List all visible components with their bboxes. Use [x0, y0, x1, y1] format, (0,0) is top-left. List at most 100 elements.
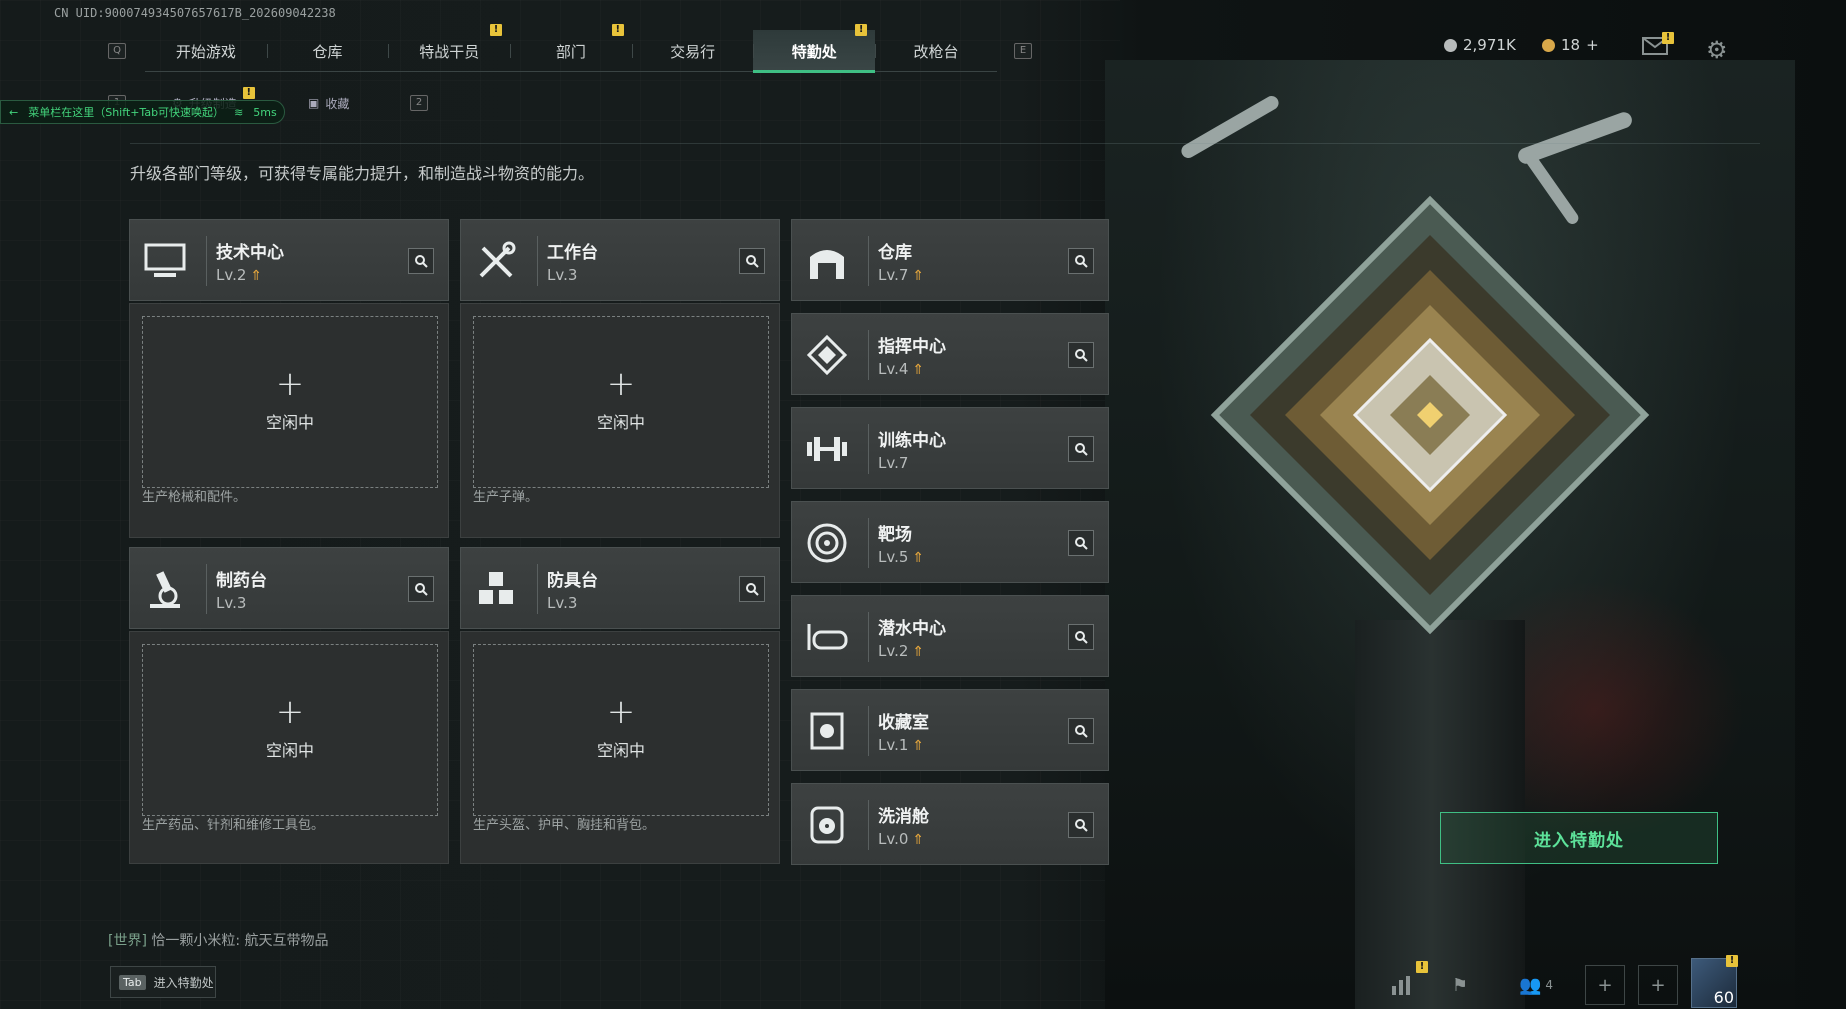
- facility-level: Lv.2: [878, 642, 909, 660]
- menu-bar-tooltip[interactable]: ← 菜单栏在这里（Shift+Tab可快速唤起） ≋ 5ms: [0, 100, 285, 124]
- search-button[interactable]: [1068, 342, 1094, 368]
- production-slot[interactable]: + 空闲中: [473, 316, 769, 488]
- dept-card-armor[interactable]: 防具台 Lv.3: [460, 547, 780, 629]
- dept-level: Lv.2: [216, 266, 247, 284]
- squad-button[interactable]: 👥 4: [1506, 965, 1566, 1005]
- player-avatar[interactable]: ! 60: [1691, 955, 1738, 1008]
- gold-amount: 18: [1561, 36, 1581, 54]
- search-icon: [415, 255, 428, 268]
- tab-shortcut-hint[interactable]: Tab 进入特勤处: [110, 966, 216, 998]
- search-button[interactable]: [1068, 248, 1094, 274]
- subnav-next-key-hint: 2: [410, 95, 428, 111]
- search-icon: [1075, 443, 1088, 456]
- squad-count: 4: [1545, 978, 1554, 992]
- tab-gunsmith[interactable]: 改枪台: [875, 30, 997, 72]
- wifi-icon: ≋: [234, 105, 244, 119]
- tab-warehouse[interactable]: 仓库: [266, 30, 389, 72]
- facility-card-command[interactable]: 指挥中心 Lv.4 ⇑: [791, 313, 1109, 395]
- tab-special-ops[interactable]: 特勤处!: [753, 24, 876, 73]
- chat-message[interactable]: [世界] 恰一颗小米粒: 航天互带物品: [108, 930, 329, 950]
- dept-name: 制药台: [216, 571, 267, 591]
- dept-name: 防具台: [547, 571, 598, 591]
- add-production-icon: +: [275, 364, 305, 404]
- facility-scene-illustration: [1105, 60, 1795, 1009]
- production-slot[interactable]: + 空闲中: [142, 316, 438, 488]
- tab-hint-label: 进入特勤处: [153, 975, 214, 990]
- search-icon: [415, 583, 428, 596]
- search-button[interactable]: [1068, 718, 1094, 744]
- settings-button[interactable]: ⚙: [1706, 36, 1728, 64]
- facility-card-training[interactable]: 训练中心 Lv.7: [791, 407, 1109, 489]
- flag-button[interactable]: ⚑: [1440, 965, 1480, 1005]
- stats-button[interactable]: !: [1382, 961, 1428, 1005]
- slot-status: 空闲中: [265, 413, 314, 432]
- warning-badge: !: [242, 87, 255, 99]
- enter-special-ops-button[interactable]: 进入特勤处: [1440, 812, 1718, 864]
- divider: [130, 143, 1760, 144]
- tab-operators-label: 特战干员: [419, 42, 480, 61]
- search-button[interactable]: [408, 248, 434, 274]
- add-gold-button[interactable]: +: [1586, 36, 1599, 54]
- cube-core-illustration: [1210, 195, 1650, 635]
- upgrade-arrow-icon: ⇑: [912, 550, 925, 566]
- tab-departments-label: 部门: [555, 42, 586, 61]
- warning-badge: !: [1726, 955, 1738, 967]
- search-button[interactable]: [739, 248, 765, 274]
- upgrade-arrow-icon: ⇑: [912, 644, 925, 660]
- production-panel-pharmacy: + 空闲中 生产药品、针剂和维修工具包。: [129, 631, 449, 864]
- search-button[interactable]: [1068, 812, 1094, 838]
- facility-card-warehouse[interactable]: 仓库 Lv.7 ⇑: [791, 219, 1109, 301]
- gold-currency[interactable]: 18 +: [1542, 36, 1599, 54]
- upgrade-arrow-icon: ⇑: [912, 362, 925, 378]
- tab-start-game[interactable]: 开始游戏: [145, 30, 267, 72]
- search-icon: [746, 583, 759, 596]
- flag-icon: ⚑: [1451, 974, 1469, 996]
- search-button[interactable]: [408, 576, 434, 602]
- dept-card-workbench[interactable]: 工作台 Lv.3: [460, 219, 780, 301]
- facility-name: 训练中心: [878, 431, 946, 451]
- production-desc: 生产药品、针剂和维修工具包。: [142, 818, 325, 833]
- facility-name: 洗消舱: [878, 807, 929, 827]
- command-icon: [802, 330, 852, 380]
- users-icon: 👥: [1518, 974, 1542, 996]
- add-teammate-button[interactable]: +: [1638, 965, 1678, 1005]
- production-desc: 生产枪械和配件。: [142, 490, 247, 505]
- production-panel-tech-center: + 空闲中 生产枪械和配件。: [129, 303, 449, 538]
- warning-badge: !: [611, 24, 624, 36]
- search-button[interactable]: [1068, 530, 1094, 556]
- production-slot[interactable]: + 空闲中: [473, 644, 769, 816]
- mail-button[interactable]: !: [1642, 32, 1674, 56]
- facility-level: Lv.1: [878, 736, 909, 754]
- facility-card-decon[interactable]: 洗消舱 Lv.0 ⇑: [791, 783, 1109, 865]
- tab-trade[interactable]: 交易行: [631, 30, 754, 72]
- facility-name: 潜水中心: [878, 619, 946, 639]
- dept-card-pharmacy[interactable]: 制药台 Lv.3: [129, 547, 449, 629]
- production-slot[interactable]: + 空闲中: [142, 644, 438, 816]
- main-nav-tabs: 开始游戏 仓库 特战干员! 部门! 交易行 特勤处! 改枪台: [145, 24, 997, 73]
- dept-card-tech-center[interactable]: 技术中心 Lv.2 ⇑: [129, 219, 449, 301]
- search-button[interactable]: [739, 576, 765, 602]
- add-teammate-button[interactable]: +: [1585, 965, 1625, 1005]
- warning-badge: !: [1416, 961, 1428, 973]
- tab-operators[interactable]: 特战干员!: [388, 24, 510, 72]
- facility-card-collection[interactable]: 收藏室 Lv.1 ⇑: [791, 689, 1109, 771]
- dept-level: Lv.3: [547, 266, 578, 284]
- tab-key: Tab: [119, 974, 146, 990]
- add-production-icon: +: [606, 364, 636, 404]
- silver-currency[interactable]: 2,971K: [1444, 36, 1516, 54]
- upgrade-arrow-icon: ⇑: [912, 268, 925, 284]
- facility-level: Lv.7: [878, 454, 909, 472]
- player-uid: CN UID:900074934507657617B_202609042238: [54, 6, 336, 20]
- subtab-collect-label: 收藏: [325, 96, 350, 111]
- facility-card-range[interactable]: 靶场 Lv.5 ⇑: [791, 501, 1109, 583]
- search-button[interactable]: [1068, 436, 1094, 462]
- upgrade-arrow-icon: ⇑: [912, 738, 925, 754]
- facility-card-diving[interactable]: 潜水中心 Lv.2 ⇑: [791, 595, 1109, 677]
- upgrade-arrow-icon: ⇑: [250, 268, 263, 284]
- tab-departments[interactable]: 部门!: [510, 24, 632, 72]
- chat-channel: [世界]: [108, 933, 147, 949]
- production-panel-workbench: + 空闲中 生产子弹。: [460, 303, 780, 538]
- subtab-collect[interactable]: ▣ 收藏: [308, 90, 349, 116]
- search-button[interactable]: [1068, 624, 1094, 650]
- warning-badge: !: [1662, 32, 1674, 44]
